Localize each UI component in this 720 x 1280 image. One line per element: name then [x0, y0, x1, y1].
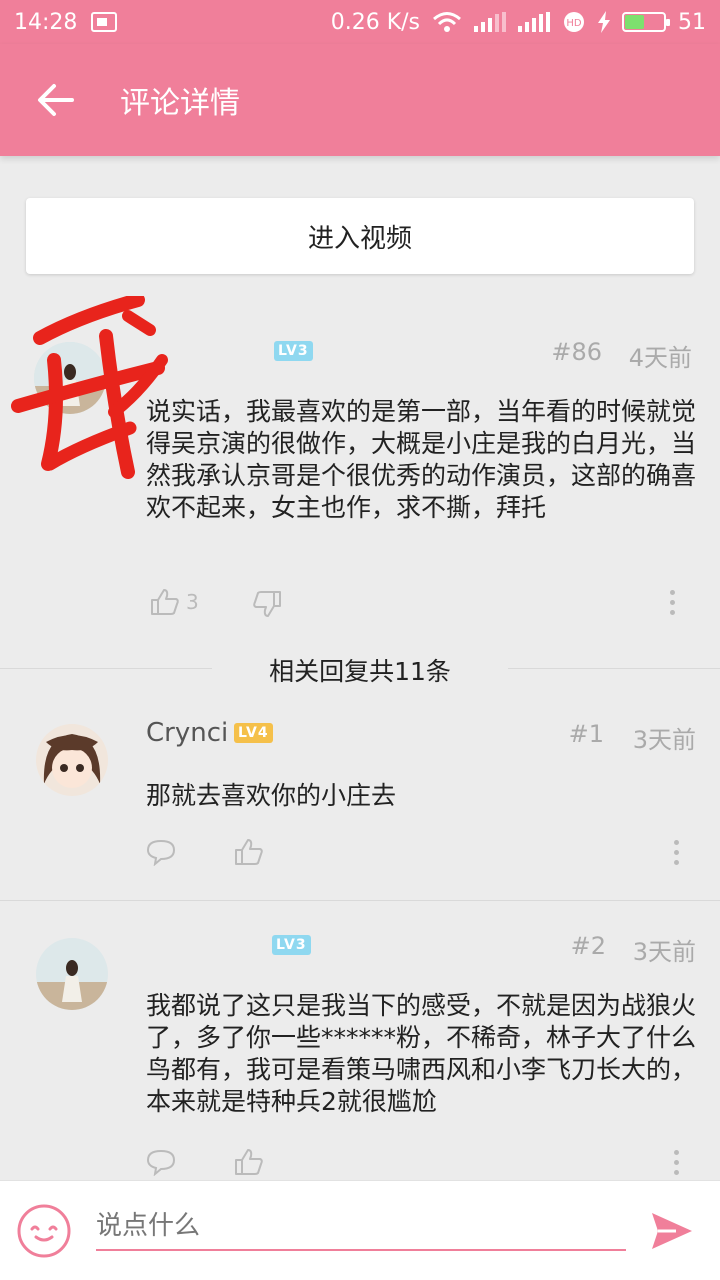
comment-input[interactable] [96, 1203, 626, 1251]
floor-number: #2 [570, 932, 606, 960]
thumbs-up-icon [151, 589, 179, 615]
reply-count: 相关回复共11条 [269, 657, 451, 686]
signal-icon [518, 12, 550, 32]
floor-number: #86 [551, 338, 602, 366]
thumbs-up-icon [235, 1149, 263, 1175]
comment-bubble-icon [146, 1149, 176, 1176]
wifi-icon [433, 12, 461, 32]
more-options-button[interactable] [672, 840, 680, 865]
more-options-button[interactable] [668, 590, 676, 615]
status-bar: 14:28 0.26 K/s HD 51 [0, 0, 720, 44]
like-button[interactable] [234, 1148, 264, 1176]
comment-bubble-icon [146, 839, 176, 866]
back-button[interactable] [0, 44, 112, 156]
like-button[interactable] [234, 838, 264, 866]
battery-icon [622, 12, 670, 32]
thumbs-up-icon [235, 839, 263, 865]
comment-time: 4天前 [628, 344, 692, 372]
level-badge: LV3 [272, 935, 311, 955]
more-options-button[interactable] [672, 1150, 680, 1175]
avatar[interactable] [34, 342, 106, 414]
signal-4g-icon [474, 12, 506, 32]
enter-video-button[interactable]: 进入视频 [26, 198, 694, 274]
like-count: 3 [186, 590, 199, 614]
comment-time: 3天前 [632, 938, 696, 966]
comment-text: 我都说了这只是我当下的感受，不就是因为战狼火了，多了你一些******粉，不稀奇… [146, 991, 697, 1116]
reply-button[interactable] [146, 1148, 176, 1176]
hd-icon: HD [564, 12, 584, 32]
like-button[interactable]: 3 [150, 588, 199, 616]
network-speed: 0.26 K/s [330, 9, 420, 35]
level-badge: LV3 [274, 341, 313, 361]
divider [0, 900, 720, 901]
thumbs-down-icon [253, 591, 281, 617]
level-badge: LV4 [234, 723, 273, 743]
svg-text:HD: HD [566, 18, 582, 29]
dislike-button[interactable] [252, 590, 282, 618]
avatar[interactable] [36, 724, 108, 796]
avatar[interactable] [36, 938, 108, 1010]
charging-icon [598, 11, 610, 33]
battery-percent: 51 [678, 9, 706, 35]
comment-text: 那就去喜欢你的小庄去 [146, 781, 397, 810]
status-time: 14:28 [14, 9, 78, 35]
floor-number: #1 [568, 720, 604, 748]
page-title: 评论详情 [120, 86, 240, 121]
comment-input-bar [0, 1180, 720, 1280]
comment-text: 说实话，我最喜欢的是第一部，当年看的时候就觉得吴京演的很做作，大概是小庄是我的白… [146, 397, 697, 522]
username[interactable]: Crynci [146, 718, 228, 748]
comment-time: 3天前 [632, 726, 696, 754]
send-icon[interactable] [648, 1207, 696, 1255]
app-bar: 评论详情 [0, 44, 720, 156]
image-notification-icon [91, 12, 118, 32]
emoji-icon[interactable] [16, 1203, 72, 1259]
reply-button[interactable] [146, 838, 176, 866]
arrow-left-icon [38, 84, 74, 116]
